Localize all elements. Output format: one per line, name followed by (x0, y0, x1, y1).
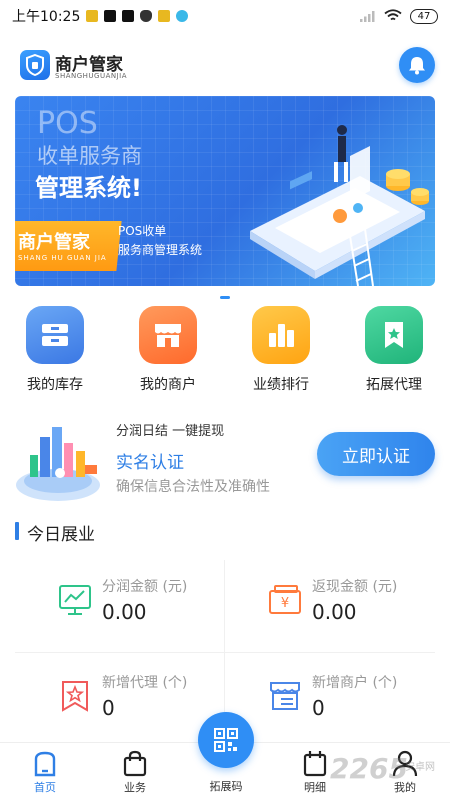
stat-label-profit-share: 分润金额 (元) (102, 579, 188, 595)
app-subtitle: SHANGHUGUANJIA (55, 72, 128, 80)
inventory-icon (26, 306, 84, 364)
verify-now-button[interactable]: 立即认证 (317, 432, 435, 476)
nav-item-business[interactable]: 业务 (90, 743, 180, 800)
verification-illustration (16, 427, 100, 501)
banner-headline-2: 收单服务商 (37, 144, 142, 168)
wifi-icon (384, 9, 402, 21)
app-header: 商户管家 SHANGHUGUANJIA (0, 42, 450, 90)
bell-icon (409, 57, 425, 75)
banner-tag-subtitle: SHANG HU GUAN JIA (18, 254, 107, 262)
calendar-icon (303, 751, 327, 777)
bookmark-star-icon (365, 306, 423, 364)
store-icon (139, 306, 197, 364)
wallet-yuan-icon: ¥ (269, 585, 301, 614)
trend-chart-icon (59, 585, 91, 615)
promo-banner[interactable]: POS 收单服务商 管理系统! 商户管家 SHANG HU GUAN JIA P… (15, 96, 435, 286)
banner-headline-3: 管理系统! (35, 174, 142, 202)
stat-value-new-agents: 0 (102, 696, 115, 720)
stat-profit-share[interactable]: 分润金额 (元) 0.00 (45, 568, 270, 658)
notification-icon (158, 10, 171, 22)
app-icon (176, 10, 189, 22)
stat-new-merchants[interactable]: 新增商户 (个) 0 (255, 664, 450, 754)
stat-value-new-merchants: 0 (312, 696, 325, 720)
nav-label-qr-code: 拓展码 (209, 780, 243, 793)
stat-cashback[interactable]: ¥ 返现金额 (元) 0.00 (255, 568, 450, 658)
status-time: 上午10:25 (12, 9, 81, 25)
stat-label-new-agents: 新增代理 (个) (102, 675, 188, 691)
verification-tagline: 分润日结 一键提现 (116, 424, 225, 439)
nav-label-home: 首页 (34, 781, 56, 794)
stat-value-cashback: 0.00 (312, 600, 357, 624)
shield-logo-icon (26, 54, 44, 76)
badge-star-icon (62, 681, 88, 712)
menu-label-expand-agent: 拓展代理 (366, 377, 422, 393)
menu-item-expand-agent[interactable]: 拓展代理 (344, 306, 444, 396)
menu-label-ranking: 业绩排行 (253, 377, 309, 393)
section-accent-bar (15, 522, 19, 540)
nav-label-business: 业务 (124, 781, 146, 794)
banner-description-2: 服务商管理系统 (118, 243, 203, 257)
stat-label-new-merchants: 新增商户 (个) (312, 675, 398, 691)
banner-description-1: POS收单 (118, 224, 167, 238)
stat-label-cashback: 返现金额 (元) (312, 579, 398, 595)
site-watermark-sub: 安卓网 (405, 762, 435, 773)
notification-button[interactable] (399, 47, 435, 83)
verification-title: 实名认证 (116, 453, 184, 473)
notification-icon (86, 10, 99, 22)
shop-icon (270, 682, 300, 710)
signal-icon (360, 11, 375, 22)
battery-indicator: 47 (410, 8, 438, 24)
menu-label-inventory: 我的库存 (27, 377, 83, 393)
bar-chart-icon (252, 306, 310, 364)
nav-item-qr-code[interactable] (198, 712, 254, 768)
banner-illustration (250, 125, 429, 286)
shopping-bag-icon (123, 750, 147, 777)
banner-headline-pos: POS (37, 106, 98, 141)
menu-label-merchants: 我的商户 (140, 377, 196, 393)
menu-item-merchants[interactable]: 我的商户 (118, 306, 218, 396)
app-logo (20, 50, 50, 80)
quick-menu: 我的库存 我的商户 业绩排行 拓展代理 (0, 306, 450, 396)
section-title: 今日展业 (27, 525, 95, 545)
tiktok-icon (104, 10, 117, 22)
verification-subtitle: 确保信息合法性及准确性 (116, 479, 270, 495)
nav-item-home[interactable]: 首页 (0, 743, 90, 800)
banner-tag-title: 商户管家 (18, 232, 90, 253)
svg-text:¥: ¥ (281, 596, 289, 611)
menu-item-inventory[interactable]: 我的库存 (5, 306, 105, 396)
home-icon (34, 751, 56, 777)
tiktok-icon (122, 10, 135, 22)
shield-icon (140, 10, 153, 22)
menu-item-ranking[interactable]: 业绩排行 (231, 306, 331, 396)
verification-card: 分润日结 一键提现 实名认证 确保信息合法性及准确性 立即认证 (0, 410, 450, 510)
site-watermark: 2265 (330, 752, 408, 785)
banner-page-indicator (220, 296, 230, 299)
stat-value-profit-share: 0.00 (102, 600, 147, 624)
qr-code-icon (214, 728, 238, 752)
status-bar: 上午10:25 47 (0, 0, 450, 32)
